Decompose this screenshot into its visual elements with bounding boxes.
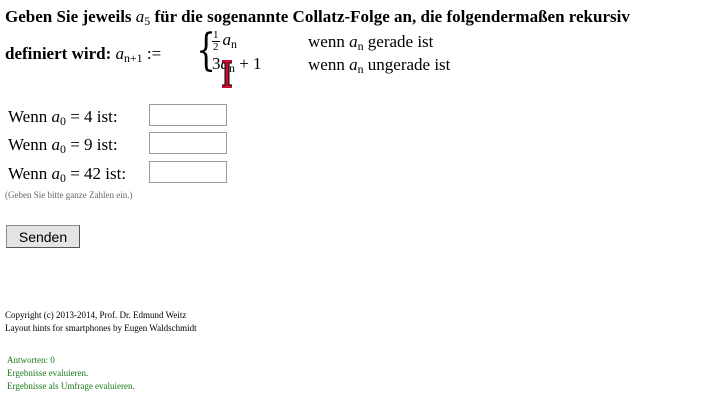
copyright-text: Copyright (c) 2013-2014, Prof. Dr. Edmun… (5, 310, 187, 320)
footer: Copyright (c) 2013-2014, Prof. Dr. Edmun… (5, 309, 197, 335)
case-even-expression: 1 2 an (212, 29, 237, 53)
intro-text-before: Geben Sie jeweils (5, 7, 132, 26)
question-label: Wenn a0 = 4 ist: (8, 107, 118, 128)
answers-count: Antworten: 0 (7, 355, 55, 365)
intro-variable: a5 (135, 7, 151, 28)
answer-input-a0-9[interactable] (149, 132, 227, 154)
question-label: Wenn a0 = 9 ist: (8, 135, 118, 156)
evaluate-survey-link[interactable]: Ergebnisse als Umfrage evaluieren. (7, 380, 135, 393)
intro-text-after: für die sogenannte Collatz-Folge an, die… (154, 7, 630, 26)
question-label: Wenn a0 = 42 ist: (8, 164, 127, 185)
answer-input-a0-42[interactable] (149, 161, 227, 183)
input-hint: (Geben Sie bitte ganze Zahlen ein.) (5, 190, 133, 200)
evaluate-results-link[interactable]: Ergebnisse evaluieren. (7, 367, 135, 380)
definition-assign: := (146, 44, 162, 63)
definition-lhs: an+1 (115, 44, 143, 65)
fraction-half: 12 (212, 29, 220, 53)
submit-button[interactable]: Senden (6, 225, 80, 248)
evaluation-links: Antworten: 0 Ergebnisse evaluieren. Erge… (7, 354, 135, 393)
case-even-condition: wenn an gerade ist (308, 32, 434, 53)
layout-hints-text: Layout hints for smartphones by Eugen Wa… (5, 323, 197, 333)
i-beam-cursor-icon (222, 60, 232, 88)
answer-input-a0-4[interactable] (149, 104, 227, 126)
definition-label: definiert wird: an+1 := (5, 44, 162, 65)
case-odd-condition: wenn an ungerade ist (308, 55, 451, 76)
task-description: Geben Sie jeweils a5 für die sogenannte … (5, 6, 717, 32)
